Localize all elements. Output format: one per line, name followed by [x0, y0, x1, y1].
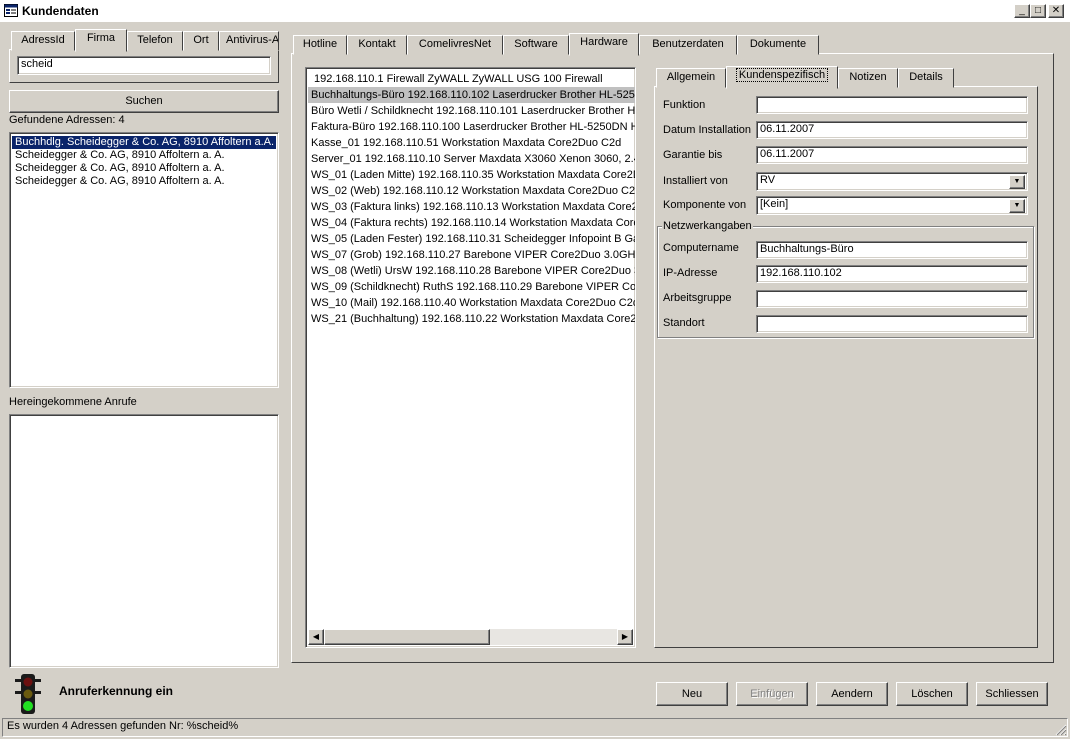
arbeitsgruppe-field[interactable]	[756, 290, 1028, 308]
tab-kundenspezifisch[interactable]: Kundenspezifisch	[726, 66, 838, 89]
list-item[interactable]: WS_21 (Buchhaltung) 192.168.110.22 Works…	[308, 311, 635, 327]
network-group-label: Netzwerkangaben	[662, 220, 753, 232]
list-item[interactable]: Buchhdlg. Scheidegger & Co. AG, 8910 Aff…	[12, 136, 276, 149]
tab-software[interactable]: Software	[503, 35, 569, 55]
garantie-bis-label: Garantie bis	[663, 149, 723, 161]
list-item[interactable]: Büro Wetli / Schildknecht 192.168.110.10…	[308, 103, 635, 119]
standort-label: Standort	[663, 317, 705, 329]
schliessen-button[interactable]: Schliessen	[976, 682, 1048, 706]
tab-hardware[interactable]: Hardware	[569, 33, 639, 56]
datum-installation-field[interactable]: 06.11.2007	[756, 121, 1028, 139]
installiert-von-value: RV	[760, 174, 776, 186]
komponente-von-select[interactable]: [Kein] ▼	[756, 196, 1028, 215]
scroll-left-icon[interactable]: ◀	[308, 629, 324, 645]
computername-label: Computername	[663, 242, 739, 254]
funktion-field[interactable]	[756, 96, 1028, 114]
list-item[interactable]: WS_07 (Grob) 192.168.110.27 Barebone VIP…	[308, 247, 635, 263]
list-item[interactable]: Kasse_01 192.168.110.51 Workstation Maxd…	[308, 135, 635, 151]
list-item[interactable]: WS_09 (Schildknecht) RuthS 192.168.110.2…	[308, 279, 635, 295]
list-item[interactable]: WS_04 (Faktura rechts) 192.168.110.14 Wo…	[308, 215, 635, 231]
resize-grip-icon[interactable]	[1053, 722, 1067, 736]
list-item[interactable]: Scheidegger & Co. AG, 8910 Affoltern a. …	[12, 175, 276, 188]
tab-allgemein[interactable]: Allgemein	[656, 68, 726, 88]
scroll-right-icon[interactable]: ▶	[617, 629, 633, 645]
tab-ort[interactable]: Ort	[183, 31, 219, 51]
list-item[interactable]: WS_08 (Wetli) UrsW 192.168.110.28 Barebo…	[308, 263, 635, 279]
ip-adresse-label: IP-Adresse	[663, 267, 718, 279]
incoming-calls-label: Hereingekommene Anrufe	[9, 396, 137, 408]
list-item[interactable]: Scheidegger & Co. AG, 8910 Affoltern a. …	[12, 162, 276, 175]
ip-adresse-field[interactable]: 192.168.110.102	[756, 265, 1028, 283]
detail-tabs: Allgemein Kundenspezifisch Notizen Detai…	[654, 66, 1038, 89]
tab-benutzerdaten[interactable]: Benutzerdaten	[639, 35, 737, 55]
maximize-button[interactable]: □	[1030, 4, 1046, 18]
list-item[interactable]: Faktura-Büro 192.168.110.100 Laserdrucke…	[308, 119, 635, 135]
neu-button[interactable]: Neu	[656, 682, 728, 706]
list-item[interactable]: Scheidegger & Co. AG, 8910 Affoltern a. …	[12, 149, 276, 162]
search-input[interactable]: scheid	[17, 56, 271, 75]
standort-field[interactable]	[756, 315, 1028, 333]
search-tabs: AdressId Firma Telefon Ort Antivirus-Al …	[9, 29, 281, 83]
tab-telefon[interactable]: Telefon	[127, 31, 183, 51]
list-item[interactable]: WS_02 (Web) 192.168.110.12 Workstation M…	[308, 183, 635, 199]
arbeitsgruppe-label: Arbeitsgruppe	[663, 292, 732, 304]
scrollbar-thumb[interactable]	[324, 629, 490, 645]
garantie-bis-field[interactable]: 06.11.2007	[756, 146, 1028, 164]
chevron-down-icon[interactable]: ▼	[1009, 199, 1025, 213]
status-text: Es wurden 4 Adressen gefunden Nr: %schei…	[7, 720, 239, 732]
address-list[interactable]: Buchhdlg. Scheidegger & Co. AG, 8910 Aff…	[9, 132, 279, 388]
tab-notizen[interactable]: Notizen	[838, 68, 898, 88]
tab-adressid[interactable]: AdressId	[11, 31, 75, 51]
installiert-von-select[interactable]: RV ▼	[756, 172, 1028, 191]
list-item[interactable]: WS_03 (Faktura links) 192.168.110.13 Wor…	[308, 199, 635, 215]
list-item[interactable]: WS_01 (Laden Mitte) 192.168.110.35 Works…	[308, 167, 635, 183]
tab-firma[interactable]: Firma	[75, 29, 127, 52]
tab-kontakt[interactable]: Kontakt	[347, 35, 407, 55]
hardware-list[interactable]: 192.168.110.1 Firewall ZyWALL ZyWALL USG…	[305, 67, 636, 648]
tab-dokumente[interactable]: Dokumente	[737, 35, 819, 55]
funktion-label: Funktion	[663, 99, 706, 111]
main-tabs: Hotline Kontakt ComelivresNet Software H…	[291, 33, 1051, 56]
caller-id-label: Anruferkennung ein	[59, 684, 174, 698]
chevron-down-icon[interactable]: ▼	[1009, 175, 1025, 189]
traffic-light-icon	[15, 674, 41, 714]
list-item[interactable]: 192.168.110.1 Firewall ZyWALL ZyWALL USG…	[308, 71, 635, 87]
tab-details[interactable]: Details	[898, 68, 954, 88]
horizontal-scrollbar[interactable]: ◀ ▶	[308, 629, 633, 645]
minimize-button[interactable]: _	[1014, 4, 1030, 18]
detail-tab-panel	[654, 86, 1038, 648]
tab-comelivresnet[interactable]: ComelivresNet	[407, 35, 503, 55]
komponente-von-label: Komponente von	[663, 199, 747, 211]
close-button[interactable]: ✕	[1048, 4, 1064, 18]
search-button[interactable]: Suchen	[9, 90, 279, 113]
einfuegen-button[interactable]: Einfügen	[736, 682, 808, 706]
installiert-von-label: Installiert von	[663, 175, 728, 187]
list-item[interactable]: WS_10 (Mail) 192.168.110.40 Workstation …	[308, 295, 635, 311]
datum-installation-label: Datum Installation	[663, 124, 752, 136]
found-addresses-label: Gefundene Adressen: 4	[9, 114, 125, 126]
status-bar: Es wurden 4 Adressen gefunden Nr: %schei…	[2, 718, 1068, 737]
window-title: Kundendaten	[22, 4, 99, 18]
komponente-von-value: [Kein]	[760, 198, 789, 210]
computername-field[interactable]: Buchhaltungs-Büro	[756, 241, 1028, 259]
title-bar: Kundendaten _ □ ✕	[0, 0, 1070, 22]
list-item[interactable]: WS_05 (Laden Fester) 192.168.110.31 Sche…	[308, 231, 635, 247]
tab-hotline[interactable]: Hotline	[293, 35, 347, 55]
tab-antivirus[interactable]: Antivirus-Al	[219, 31, 279, 51]
tab-kundenspezifisch-label: Kundenspezifisch	[735, 68, 829, 82]
aendern-button[interactable]: Aendern	[816, 682, 888, 706]
list-item[interactable]: Buchhaltungs-Büro 192.168.110.102 Laserd…	[308, 87, 635, 103]
loeschen-button[interactable]: Löschen	[896, 682, 968, 706]
list-item[interactable]: Server_01 192.168.110.10 Server Maxdata …	[308, 151, 635, 167]
form-icon	[4, 4, 18, 17]
incoming-calls-list[interactable]	[9, 414, 279, 668]
